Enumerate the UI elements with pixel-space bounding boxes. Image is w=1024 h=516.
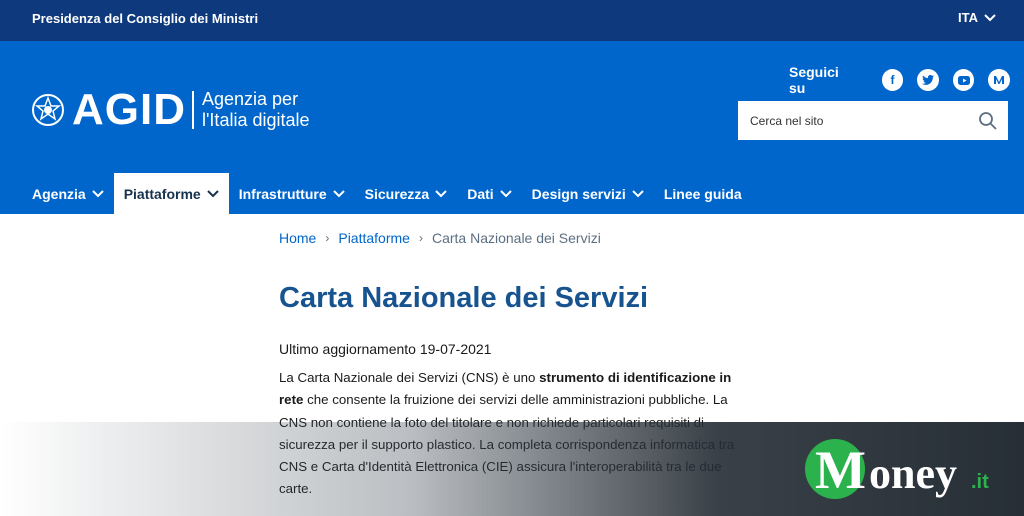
site-logo[interactable]: AGID Agenzia per l'Italia digitale <box>30 88 310 132</box>
logo-subtitle: Agenzia per l'Italia digitale <box>202 89 310 131</box>
medium-icon[interactable] <box>988 69 1010 91</box>
nav-item-label: Design servizi <box>531 185 626 202</box>
watermark-word: oney <box>869 449 957 498</box>
main-nav: Agenzia Piattaforme Infrastrutture Sicur… <box>22 173 752 214</box>
breadcrumb-current: Carta Nazionale dei Servizi <box>431 230 601 246</box>
paragraph-text-start: La Carta Nazionale dei Servizi (CNS) è u… <box>279 370 540 385</box>
nav-item-label: Sicurezza <box>364 185 430 202</box>
breadcrumb-section-link[interactable]: Piattaforme <box>338 230 410 246</box>
chevron-down-icon <box>207 189 219 197</box>
breadcrumb-separator: › <box>418 231 423 245</box>
nav-item-sicurezza[interactable]: Sicurezza <box>355 173 458 214</box>
institutional-bar: Presidenza del Consiglio dei Ministri IT… <box>0 0 1024 41</box>
logo-subtitle-line2: l'Italia digitale <box>202 110 310 130</box>
breadcrumb: Home › Piattaforme › Carta Nazionale dei… <box>279 230 601 246</box>
breadcrumb-separator: › <box>325 231 330 245</box>
money-it-watermark-logo: M oney .it <box>805 439 989 500</box>
chevron-down-icon <box>435 189 447 197</box>
chevron-down-icon <box>91 189 104 197</box>
facebook-icon[interactable]: f <box>881 69 904 91</box>
chevron-down-icon <box>632 189 644 197</box>
nav-item-label: Infrastrutture <box>238 185 327 202</box>
nav-item-agenzia[interactable]: Agenzia <box>22 173 114 214</box>
logo-divider <box>192 91 194 129</box>
nav-item-design-servizi[interactable]: Design servizi <box>522 173 654 214</box>
social-label: Seguici su <box>789 64 839 96</box>
chevron-down-icon <box>984 13 996 21</box>
chevron-down-icon <box>332 189 345 197</box>
nav-item-label: Agenzia <box>32 185 86 202</box>
nav-item-label: Dati <box>467 185 494 202</box>
logo-subtitle-line1: Agenzia per <box>202 89 299 109</box>
republic-emblem-icon <box>32 94 64 126</box>
chevron-down-icon <box>499 189 512 197</box>
nav-item-infrastrutture[interactable]: Infrastrutture <box>229 173 355 214</box>
nav-item-dati[interactable]: Dati <box>457 173 521 214</box>
twitter-icon[interactable] <box>917 69 939 91</box>
watermark-initial: M <box>815 440 866 500</box>
language-selector[interactable]: ITA <box>958 10 996 25</box>
breadcrumb-home-link[interactable]: Home <box>279 230 316 246</box>
nav-item-linee-guida[interactable]: Linee guida <box>654 173 752 214</box>
youtube-icon[interactable] <box>952 69 975 91</box>
nav-item-label: Piattaforme <box>123 185 201 202</box>
language-label: ITA <box>958 10 978 25</box>
last-updated: Ultimo aggiornamento 19-07-2021 <box>279 341 492 357</box>
search-box <box>738 101 1008 140</box>
site-header: AGID Agenzia per l'Italia digitale Segui… <box>0 41 1024 214</box>
nav-item-label: Linee guida <box>663 185 742 202</box>
logo-wordmark: AGID <box>72 85 186 134</box>
search-icon[interactable] <box>978 111 998 131</box>
nav-item-piattaforme[interactable]: Piattaforme <box>113 173 229 214</box>
search-input[interactable] <box>738 101 968 140</box>
social-links: Seguici su f <box>789 64 1024 96</box>
institution-link[interactable]: Presidenza del Consiglio dei Ministri <box>32 11 258 26</box>
page-title: Carta Nazionale dei Servizi <box>279 282 649 314</box>
watermark-tld: .it <box>971 471 989 493</box>
